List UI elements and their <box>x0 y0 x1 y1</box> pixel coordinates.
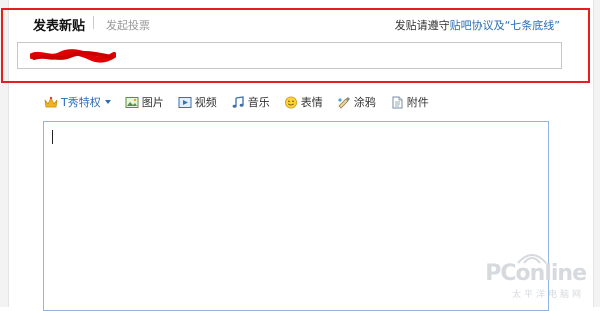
toolbar-video-button[interactable]: 视频 <box>178 94 217 110</box>
toolbar-emoji-label: 表情 <box>300 96 323 109</box>
toolbar-doodle-button[interactable]: 涂鸦 <box>337 94 376 110</box>
watermark-brand: PConline <box>485 261 587 286</box>
toolbar-music-label: 音乐 <box>247 96 270 109</box>
tab-new-post[interactable]: 发表新贴 <box>33 15 85 34</box>
rules-link[interactable]: 贴吧协议及“七条底线” <box>450 19 560 32</box>
watermark-subtitle: 太平洋电脑网 <box>511 290 584 300</box>
tab-divider <box>93 16 94 29</box>
chevron-down-icon <box>104 100 111 104</box>
crown-icon <box>44 96 58 107</box>
music-icon <box>232 95 244 108</box>
smiley-icon <box>284 96 297 108</box>
attachment-icon <box>392 96 403 108</box>
rules-prefix: 发贴请遵守 <box>394 19 450 32</box>
toolbar-attachment-button[interactable]: 附件 <box>390 94 429 110</box>
toolbar-image-label: 图片 <box>141 96 164 109</box>
watermark: PConline 太平洋电脑网 <box>474 245 587 301</box>
toolbar-video-label: 视频 <box>194 96 217 109</box>
editor-toolbar: T秀特权 图片 视频 音乐 表情 涂鸦 附件 <box>44 94 443 110</box>
toolbar-doodle-label: 涂鸦 <box>353 96 376 109</box>
paint-icon <box>338 96 350 109</box>
toolbar-emoji-button[interactable]: 表情 <box>284 94 323 110</box>
image-icon <box>125 96 139 108</box>
toolbar-attachment-label: 附件 <box>406 96 429 109</box>
post-title-input[interactable] <box>17 42 562 69</box>
posting-rules: 发贴请遵守贴吧协议及“七条底线” <box>395 17 560 33</box>
toolbar-tshow-label: T秀特权 <box>61 96 101 109</box>
redaction-scribble <box>30 49 116 63</box>
video-icon <box>178 96 192 108</box>
text-cursor <box>52 130 53 144</box>
tab-new-poll[interactable]: 发起投票 <box>106 17 150 33</box>
toolbar-tshow-button[interactable]: T秀特权 <box>44 94 111 110</box>
toolbar-image-button[interactable]: 图片 <box>125 94 164 110</box>
toolbar-music-button[interactable]: 音乐 <box>231 94 270 110</box>
